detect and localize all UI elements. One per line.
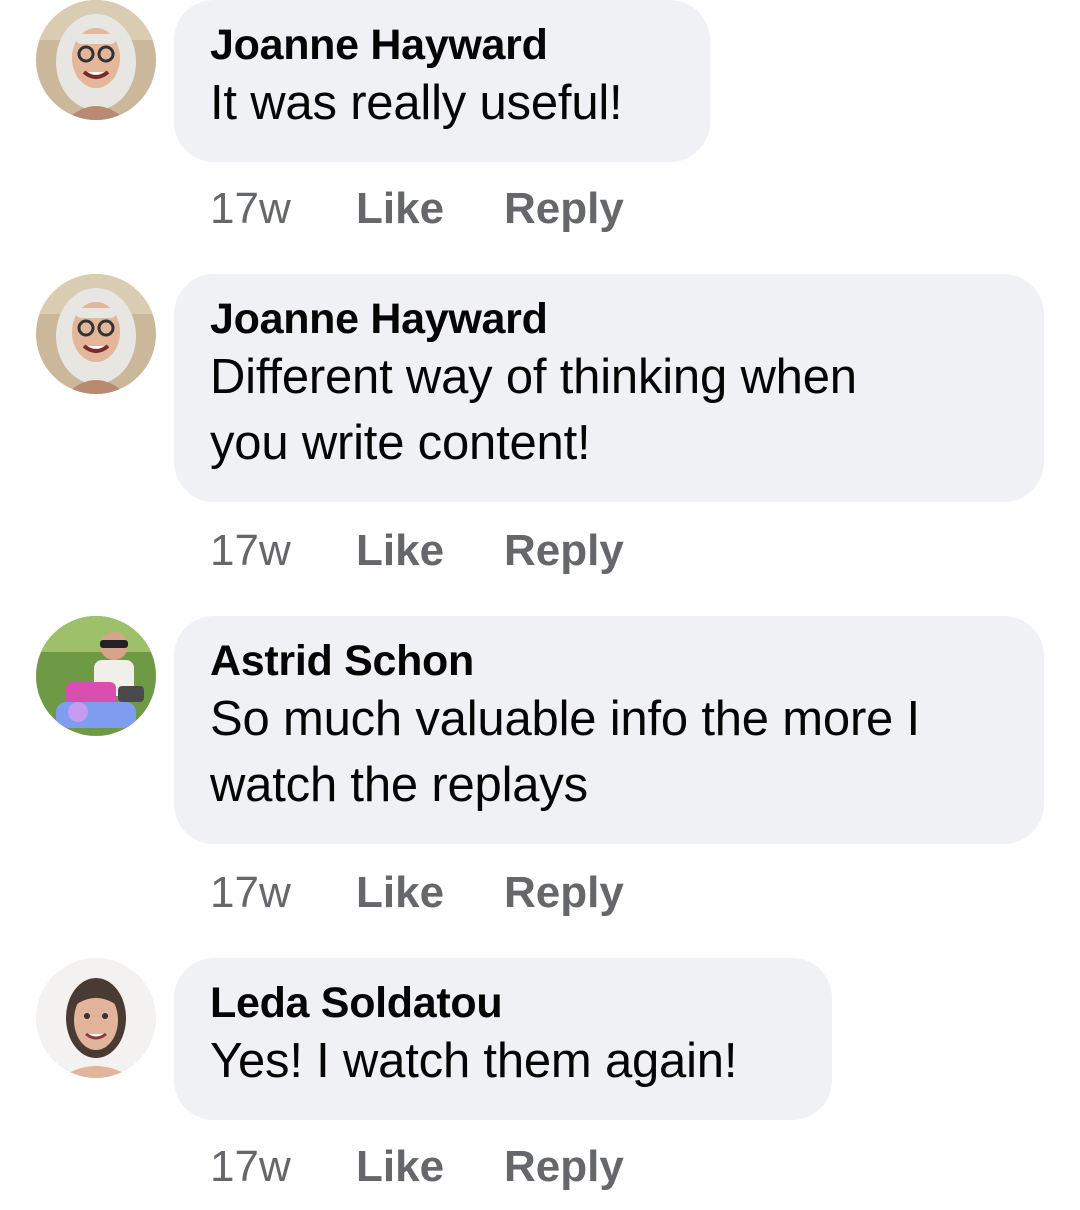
comment-bubble: Astrid Schon So much valuable info the m… xyxy=(174,616,1044,844)
like-button[interactable]: Like xyxy=(356,526,504,576)
comment-author[interactable]: Leda Soldatou xyxy=(210,978,796,1028)
comment-actions: 17w Like Reply xyxy=(210,1142,624,1192)
comment-actions: 17w Like Reply xyxy=(210,868,624,918)
comment-text: Different way of thinking when you write… xyxy=(210,350,857,470)
reply-button[interactable]: Reply xyxy=(504,526,624,576)
avatar[interactable] xyxy=(36,616,156,736)
comment-bubble: Leda Soldatou Yes! I watch them again! xyxy=(174,958,832,1120)
comment-bubble: Joanne Hayward Different way of thinking… xyxy=(174,274,1044,502)
like-button[interactable]: Like xyxy=(356,868,504,918)
avatar[interactable] xyxy=(36,0,156,120)
comment-timestamp[interactable]: 17w xyxy=(210,1142,356,1192)
comment-text: Yes! I watch them again! xyxy=(210,1034,738,1088)
comment-actions: 17w Like Reply xyxy=(210,184,624,234)
like-button[interactable]: Like xyxy=(356,1142,504,1192)
comment-timestamp[interactable]: 17w xyxy=(210,526,356,576)
comment-text: It was really useful! xyxy=(210,76,623,130)
avatar[interactable] xyxy=(36,958,156,1078)
profile-photo-icon xyxy=(36,274,156,394)
comment-author[interactable]: Joanne Hayward xyxy=(210,294,1008,344)
profile-photo-icon xyxy=(36,616,156,736)
avatar[interactable] xyxy=(36,274,156,394)
profile-photo-icon xyxy=(36,0,156,120)
comment-author[interactable]: Astrid Schon xyxy=(210,636,1008,686)
like-button[interactable]: Like xyxy=(356,184,504,234)
profile-photo-icon xyxy=(36,958,156,1078)
reply-button[interactable]: Reply xyxy=(504,184,624,234)
comment-timestamp[interactable]: 17w xyxy=(210,184,356,234)
comment-timestamp[interactable]: 17w xyxy=(210,868,356,918)
comment-actions: 17w Like Reply xyxy=(210,526,624,576)
reply-button[interactable]: Reply xyxy=(504,1142,624,1192)
reply-button[interactable]: Reply xyxy=(504,868,624,918)
comment-bubble: Joanne Hayward It was really useful! xyxy=(174,0,710,162)
comment-text: So much valuable info the more I watch t… xyxy=(210,692,920,812)
comment-author[interactable]: Joanne Hayward xyxy=(210,20,674,70)
